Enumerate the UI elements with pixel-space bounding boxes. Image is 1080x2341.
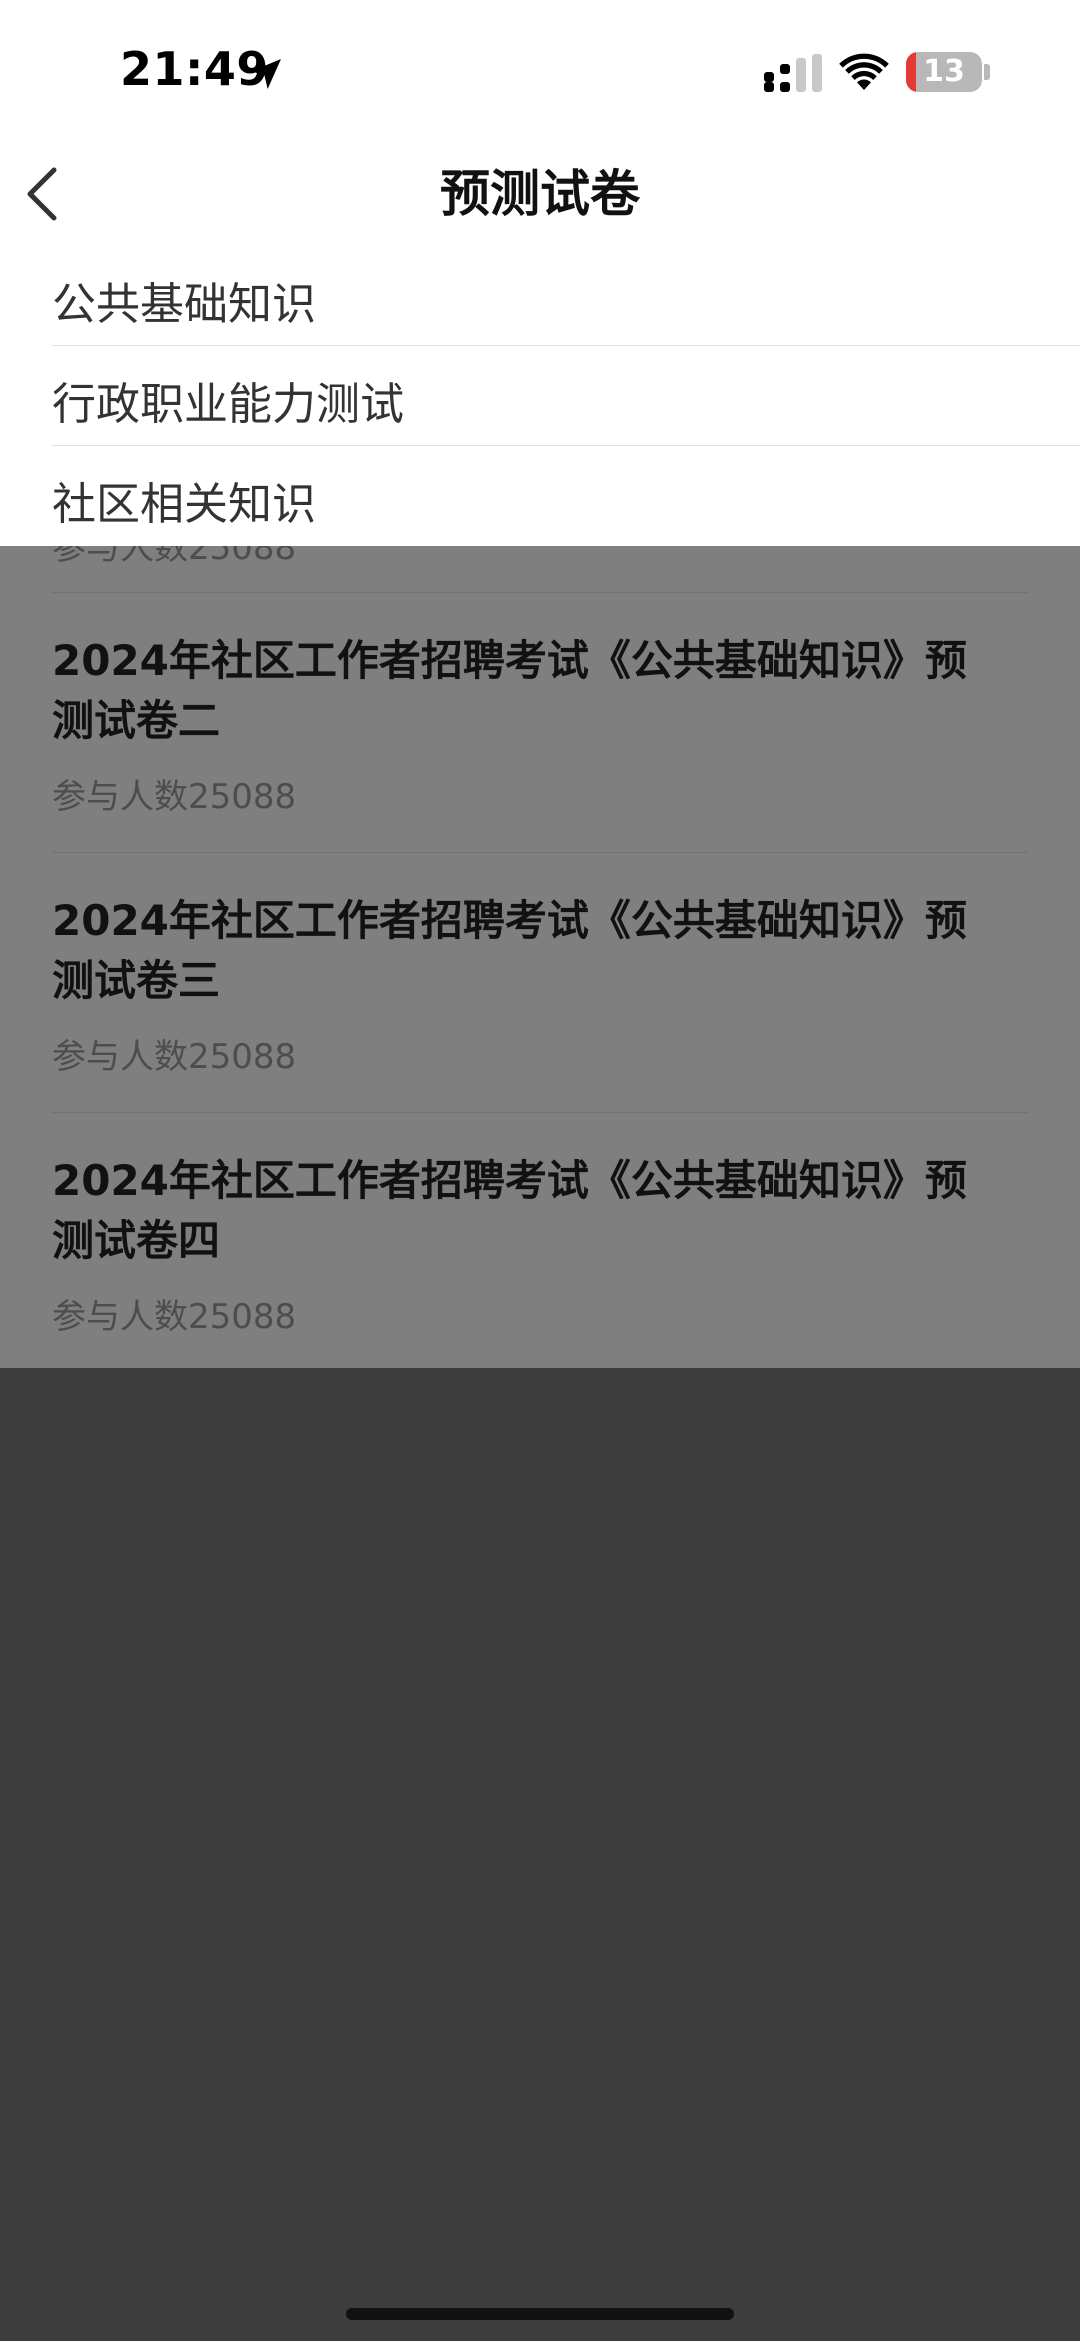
- cellular-signal-icon: [764, 54, 822, 92]
- category-label: 社区相关知识: [52, 479, 316, 530]
- wifi-icon: [839, 53, 889, 90]
- top-bar: 21:49 13 预测试卷: [0, 0, 1080, 346]
- category-item-public-basic[interactable]: 公共基础知识: [52, 246, 1080, 346]
- battery-level: 13: [923, 54, 965, 89]
- nav-bar: 预测试卷: [0, 140, 1080, 236]
- category-label: 行政职业能力测试: [52, 379, 404, 430]
- home-indicator[interactable]: [346, 2308, 734, 2320]
- category-dropdown: 21:49 13 预测试卷 公共基础知识 行政职业能力测试 社区相关知识: [0, 0, 1080, 546]
- battery-icon: 13: [906, 52, 982, 92]
- category-item-admin-aptitude[interactable]: 行政职业能力测试: [52, 346, 1080, 446]
- location-arrow-icon: [251, 59, 281, 89]
- page-title: 预测试卷: [440, 165, 640, 223]
- category-label: 公共基础知识: [52, 279, 316, 330]
- category-item-community[interactable]: 社区相关知识: [52, 446, 1080, 546]
- battery-cap: [984, 64, 990, 80]
- status-bar: 21:49 13: [0, 0, 1080, 140]
